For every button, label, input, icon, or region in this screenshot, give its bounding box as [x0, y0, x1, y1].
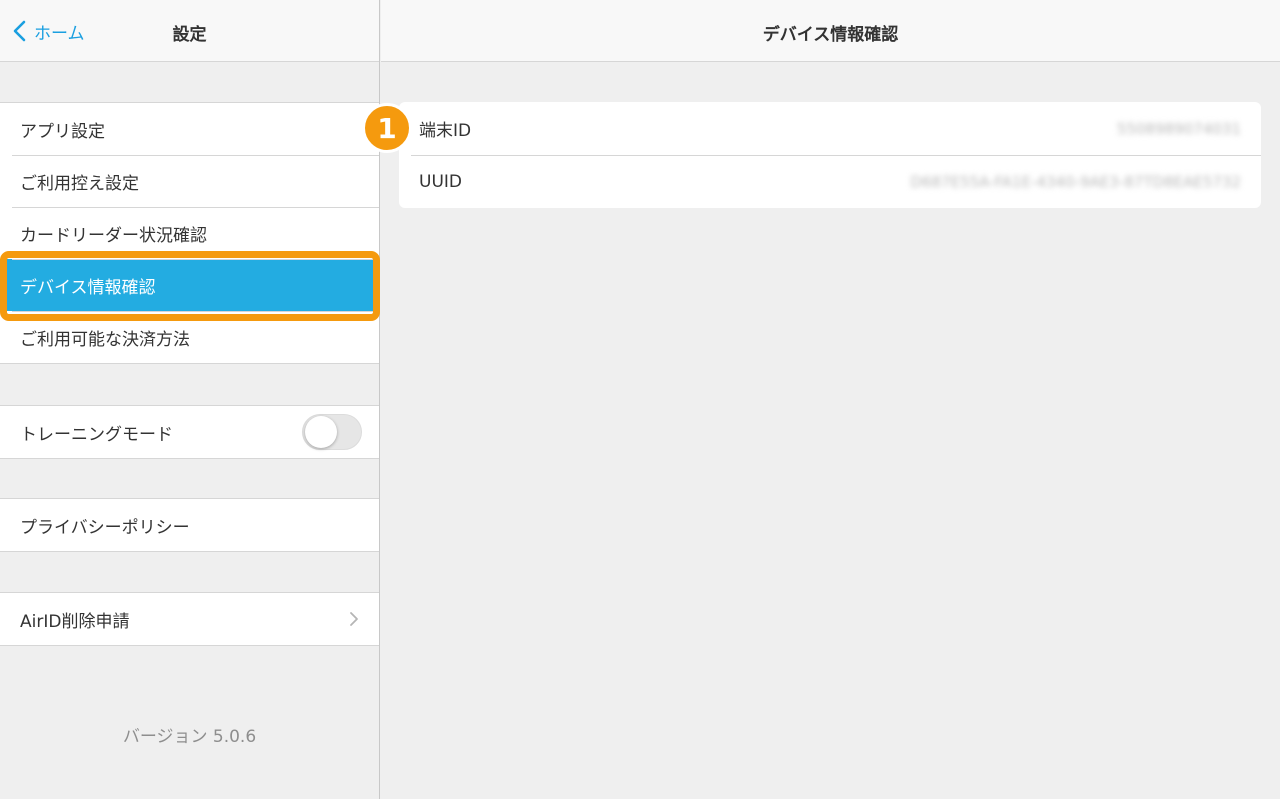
settings-item-payment-methods[interactable]: ご利用可能な決済方法: [0, 311, 379, 363]
settings-item-card-reader-status[interactable]: カードリーダー状況確認: [0, 207, 379, 259]
uuid-value: D687E55A-FA1E-4340-9AE3-87TD8EAE5732: [910, 172, 1241, 191]
terminal-id-label: 端末ID: [419, 121, 472, 141]
settings-item-receipt-settings[interactable]: ご利用控え設定: [0, 155, 379, 207]
uuid-label: UUID: [419, 171, 462, 192]
settings-item-airid-deletion[interactable]: AirID削除申請: [0, 593, 379, 645]
training-group: トレーニングモード: [0, 405, 379, 459]
sidebar-nav-bar: ホーム 設定: [0, 0, 379, 62]
training-mode-toggle[interactable]: [302, 414, 362, 450]
privacy-group: プライバシーポリシー: [0, 498, 379, 552]
sidebar-title: 設定: [172, 25, 207, 45]
device-info-card: 端末ID 5508989074031 UUID D687E55A-FA1E-43…: [399, 102, 1261, 208]
settings-sidebar: ホーム 設定 アプリ設定 ご利用控え設定 カードリーダー状況確認 デバイス情報確…: [0, 0, 380, 799]
device-info-row-terminal-id: 端末ID 5508989074031: [399, 102, 1261, 155]
settings-group: アプリ設定 ご利用控え設定 カードリーダー状況確認 デバイス情報確認 ご利用可能…: [0, 102, 379, 364]
settings-item-training-mode: トレーニングモード: [0, 406, 379, 458]
settings-item-device-info[interactable]: デバイス情報確認: [0, 259, 379, 311]
toggle-knob: [305, 416, 337, 448]
airid-group: AirID削除申請: [0, 592, 379, 646]
settings-item-app-settings[interactable]: アプリ設定: [0, 103, 379, 155]
detail-title: デバイス情報確認: [762, 25, 899, 45]
chevron-right-icon: [350, 612, 358, 626]
settings-item-privacy-policy[interactable]: プライバシーポリシー: [0, 499, 379, 551]
terminal-id-value: 5508989074031: [1116, 119, 1241, 138]
step-number-badge: 1: [362, 103, 412, 153]
detail-nav-bar: デバイス情報確認: [381, 0, 1280, 62]
app-version: バージョン 5.0.6: [122, 727, 257, 747]
device-info-row-uuid: UUID D687E55A-FA1E-4340-9AE3-87TD8EAE573…: [399, 155, 1261, 208]
